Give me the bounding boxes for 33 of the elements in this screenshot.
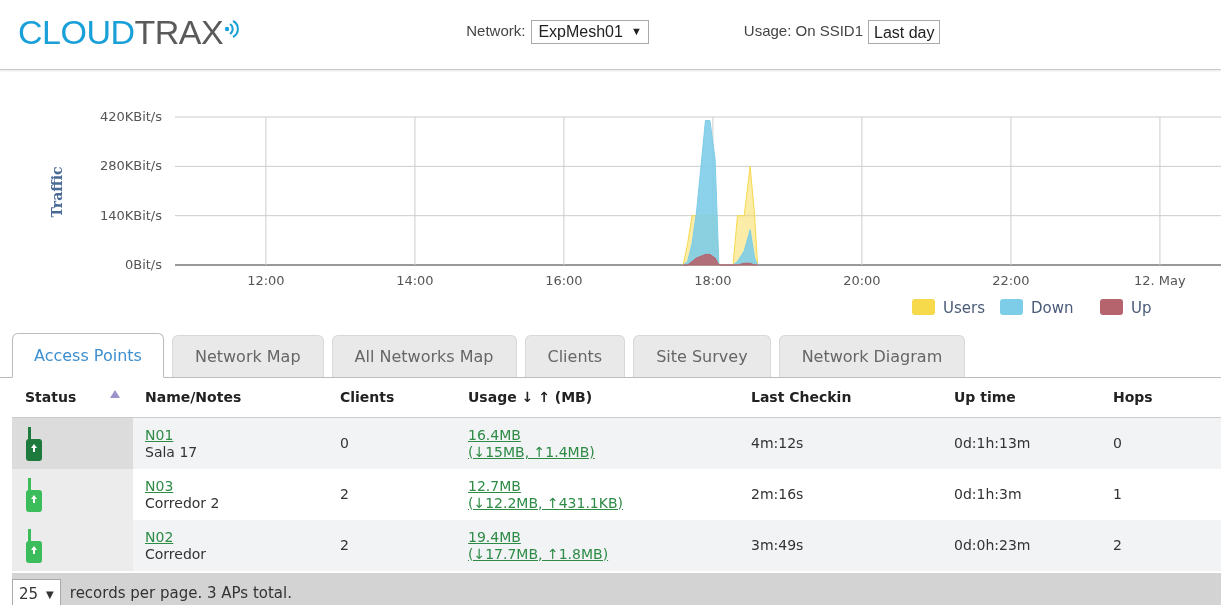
x-tick-label: 20:00 [843,273,881,288]
clients-count: 2 [340,486,349,502]
dropdown-caret-icon: ▼ [46,586,54,602]
y-tick-label: 280KBit/s [99,158,162,174]
x-tick-label: 18:00 [694,273,732,288]
notes-text: Corredor [145,545,207,563]
notes-text: Corredor 2 [145,494,220,512]
clients-count: 2 [340,537,349,553]
up-time-text: 0d:1h:3m [954,486,1022,502]
dropdown-caret-icon: ▼ [630,23,642,40]
last-checkin-text: 4m:12s [751,435,804,451]
hops-count: 2 [1113,537,1122,553]
network-label: Network: [466,21,526,42]
y-tick-label: 140KBit/s [99,207,162,223]
logo: CLOUDTRAX [18,14,224,49]
x-tick-label: 22:00 [992,273,1030,288]
last-checkin-text: 2m:16s [751,486,804,502]
y-axis-title: Traffic [49,166,65,218]
y-tick-label: 0Bit/s [124,257,162,272]
up-time-text: 0d:0h:23m [954,537,1031,553]
y-tick-label: 420KBit/s [99,109,162,124]
x-tick-label: 12:00 [247,273,285,288]
records-summary: records per page. 3 APs total. [69,582,292,604]
hops-count: 0 [1113,435,1122,451]
usage-label: Usage: On SSID1 [743,21,864,42]
hops-count: 1 [1113,486,1122,502]
up-time-text: 0d:1h:13m [954,435,1031,451]
x-tick-label: 12. May [1134,273,1186,288]
notes-text: Sala 17 [145,443,198,461]
x-tick-label: 14:00 [396,273,434,288]
x-tick-label: 16:00 [545,273,583,288]
clients-count: 0 [340,435,349,451]
last-checkin-text: 3m:49s [751,537,804,553]
